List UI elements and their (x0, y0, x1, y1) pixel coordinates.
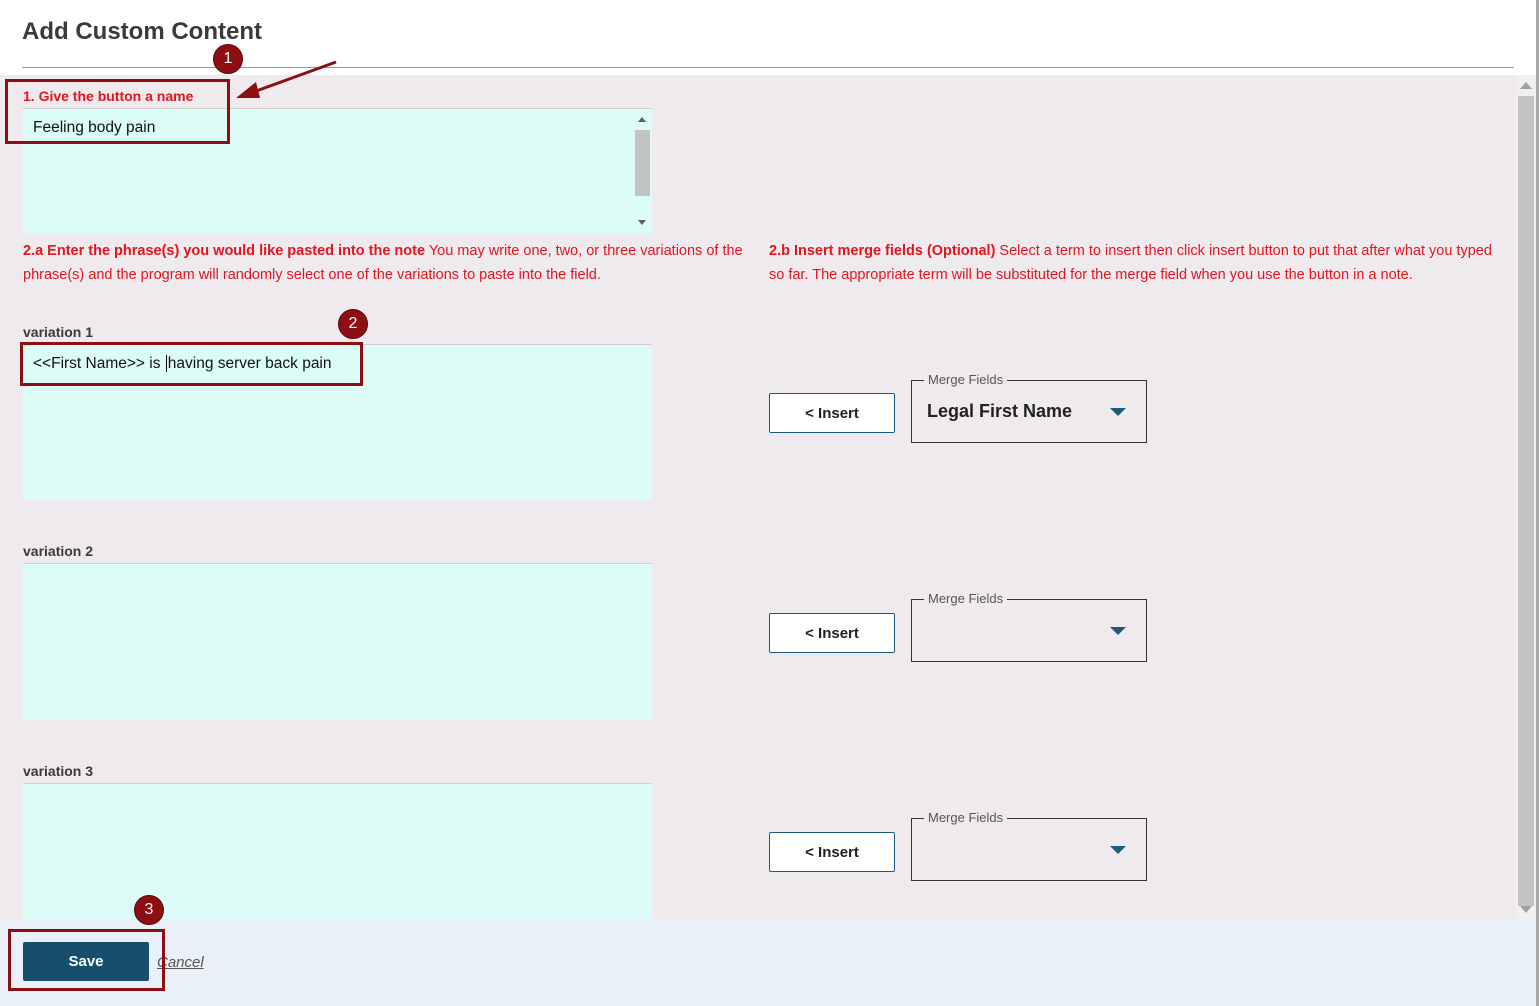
merge-instructions: 2.b Insert merge fields (Optional) Selec… (769, 239, 1499, 287)
dropdown-caret-icon[interactable] (1110, 846, 1126, 854)
variation-2-merge-select[interactable]: Merge Fields (911, 591, 1147, 662)
textarea-scrollbar-thumb[interactable] (635, 130, 650, 196)
annotation-badge-3: 3 (134, 895, 164, 925)
footer-bar (0, 919, 1536, 1006)
merge-fields-legend: Merge Fields (924, 591, 1008, 606)
page-scrollbar-thumb[interactable] (1518, 96, 1534, 906)
phrase-heading: 2.a Enter the phrase(s) you would like p… (23, 243, 426, 259)
variation-3-textarea[interactable] (23, 783, 652, 919)
variation-1-label: variation 1 (23, 324, 94, 340)
merge-fields-legend: Merge Fields (924, 372, 1008, 387)
textarea-scroll-up-icon[interactable] (638, 117, 646, 122)
variation-1-insert-button[interactable]: < Insert (769, 393, 895, 433)
variation-2-textarea[interactable] (23, 563, 652, 720)
callout-box-name (5, 79, 230, 144)
page-title: Add Custom Content (22, 18, 262, 45)
scroll-down-arrow-icon[interactable] (1520, 906, 1532, 913)
variation-3-merge-select[interactable]: Merge Fields (911, 810, 1147, 881)
annotation-arrow-icon (236, 60, 337, 98)
dropdown-caret-icon[interactable] (1110, 627, 1126, 635)
textarea-scroll-down-icon[interactable] (638, 220, 646, 225)
scroll-up-arrow-icon[interactable] (1520, 82, 1532, 89)
merge-heading: 2.b Insert merge fields (Optional) (769, 243, 996, 259)
variation-2-insert-button[interactable]: < Insert (769, 613, 895, 653)
variation-2-label: variation 2 (23, 543, 94, 559)
callout-box-save (8, 929, 165, 991)
callout-box-variation (20, 342, 363, 386)
merge-selected-value: Legal First Name (927, 401, 1073, 421)
phrase-instructions: 2.a Enter the phrase(s) you would like p… (23, 239, 743, 287)
dropdown-caret-icon[interactable] (1110, 408, 1126, 416)
variation-1-merge-select[interactable]: Merge Fields Legal First Name (911, 372, 1147, 443)
annotation-badge-2: 2 (338, 309, 368, 339)
variation-3-insert-button[interactable]: < Insert (769, 832, 895, 872)
merge-fields-legend: Merge Fields (924, 810, 1008, 825)
variation-3-label: variation 3 (23, 763, 94, 779)
